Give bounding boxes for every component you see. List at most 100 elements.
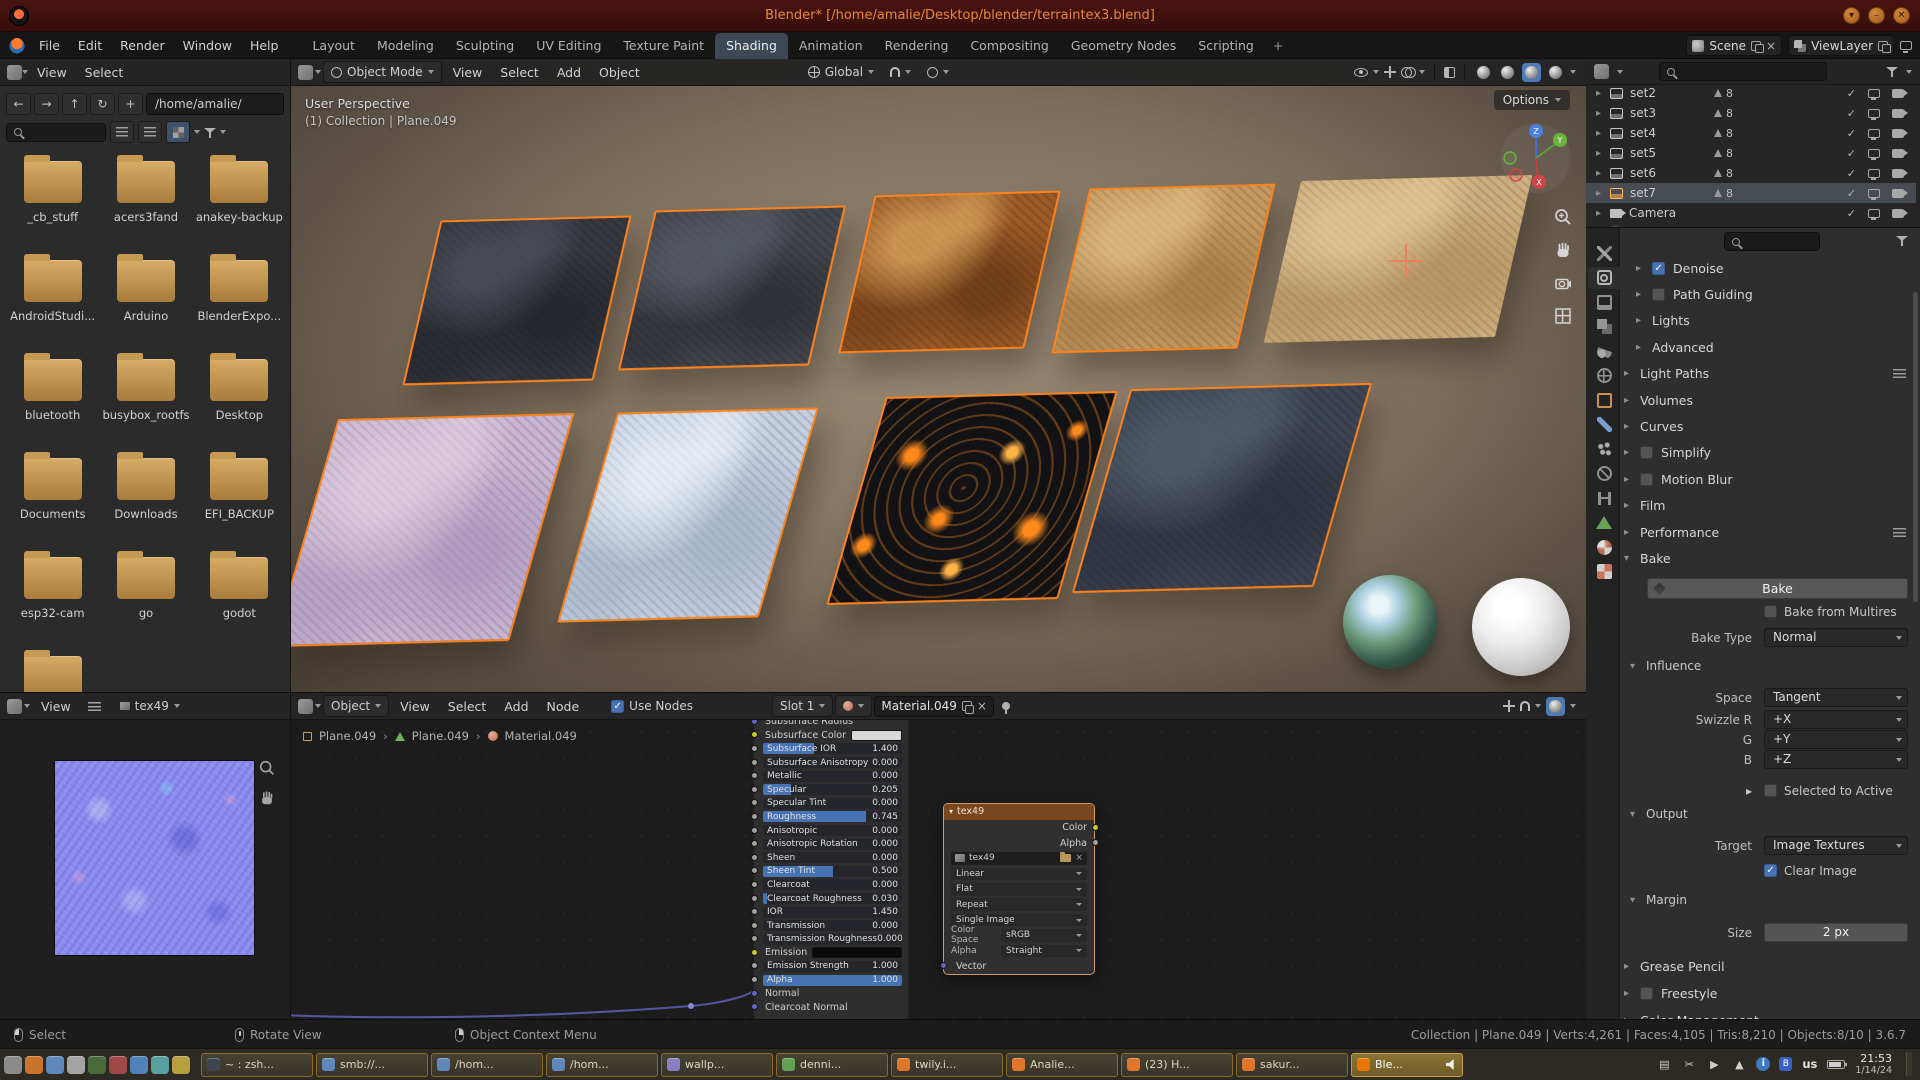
orthographic-grid-icon[interactable] bbox=[1553, 306, 1573, 326]
properties-section-advanced[interactable]: ▸Advanced bbox=[1624, 336, 1910, 358]
proportional-editing-toggle[interactable] bbox=[920, 61, 956, 83]
material-name-field[interactable]: Material.049 × bbox=[874, 696, 994, 717]
unlink-image-icon[interactable]: × bbox=[1075, 853, 1083, 863]
bsdf-socket-clearcoat-roughness[interactable]: Clearcoat Roughness0.030 bbox=[754, 892, 908, 906]
visibility-checkbox[interactable]: ✓ bbox=[1847, 207, 1856, 220]
disable-in-viewports-icon[interactable] bbox=[1868, 149, 1880, 158]
editor-type-icon[interactable] bbox=[7, 699, 22, 714]
properties-section-simplify[interactable]: ▸Simplify bbox=[1624, 442, 1910, 464]
outliner-row-set3[interactable]: ▸set38✓ bbox=[1586, 103, 1916, 123]
panel-menu-icon[interactable] bbox=[1893, 369, 1906, 378]
taskbar-launcher-6[interactable] bbox=[109, 1056, 127, 1074]
folder-blenderexpo[interactable]: BlenderExpo... bbox=[193, 254, 286, 351]
terrain-plane-lava-cracks[interactable] bbox=[826, 391, 1117, 605]
properties-section-motion-blur[interactable]: ▸Motion Blur bbox=[1624, 468, 1910, 490]
terrain-plane-dark-rock-2[interactable] bbox=[618, 206, 846, 371]
folder-go[interactable]: go bbox=[99, 551, 192, 648]
outliner-search-input[interactable] bbox=[1659, 62, 1827, 81]
folder-anakey-backup[interactable]: anakey-backup bbox=[193, 155, 286, 252]
menu-add[interactable]: Add bbox=[495, 693, 537, 720]
properties-tab-object-data[interactable] bbox=[1588, 512, 1620, 534]
filter-icon[interactable] bbox=[204, 127, 216, 138]
image-menu-icon[interactable] bbox=[88, 702, 101, 711]
properties-tab-particles[interactable] bbox=[1588, 438, 1620, 460]
snapping-toggle[interactable] bbox=[883, 61, 918, 83]
bsdf-socket-alpha[interactable]: Alpha1.000 bbox=[754, 973, 908, 987]
taskbar-launcher-4[interactable] bbox=[67, 1056, 85, 1074]
visibility-checkbox[interactable]: ✓ bbox=[1847, 147, 1856, 160]
battery-icon[interactable] bbox=[1827, 1060, 1845, 1069]
properties-section-curves[interactable]: ▸Curves bbox=[1624, 415, 1910, 437]
disable-in-renders-icon[interactable] bbox=[1892, 89, 1904, 98]
file-search-input[interactable] bbox=[6, 123, 106, 142]
properties-section-performance[interactable]: ▸Performance bbox=[1624, 521, 1910, 543]
xray-toggle-icon[interactable] bbox=[1444, 67, 1455, 78]
workspace-tab-modeling[interactable]: Modeling bbox=[366, 33, 445, 59]
properties-section-freestyle[interactable]: ▸Freestyle bbox=[1624, 982, 1910, 1004]
show-desktop-button[interactable] bbox=[1906, 1052, 1912, 1076]
clock[interactable]: 21:53 1/14/24 bbox=[1855, 1052, 1892, 1077]
taskbar-window-sakur[interactable]: sakur... bbox=[1236, 1053, 1348, 1077]
properties-section-bake[interactable]: ▾ Bake bbox=[1624, 547, 1910, 569]
bake-from-multires-checkbox[interactable] bbox=[1764, 605, 1777, 618]
outliner-row-set7[interactable]: ▸set78✓ bbox=[1586, 183, 1916, 203]
menu-render[interactable]: Render bbox=[111, 32, 174, 59]
bsdf-socket-transmission-roughness[interactable]: Transmission Roughness0.000 bbox=[754, 933, 908, 947]
outliner-row-camera[interactable]: ▸Camera✓ bbox=[1586, 203, 1916, 223]
disable-in-viewports-icon[interactable] bbox=[1868, 189, 1880, 198]
terrain-plane-lava-rock[interactable] bbox=[838, 191, 1061, 354]
bsdf-socket-sheen-tint[interactable]: Sheen Tint0.500 bbox=[754, 865, 908, 879]
disable-in-viewports-icon[interactable] bbox=[1868, 129, 1880, 138]
visibility-checkbox[interactable]: ✓ bbox=[1847, 107, 1856, 120]
play-icon[interactable]: ▶ bbox=[1706, 1058, 1722, 1071]
refresh-button[interactable]: ↻ bbox=[90, 93, 115, 115]
material-browse-dropdown[interactable] bbox=[835, 695, 872, 717]
bake-type-dropdown[interactable]: Normal bbox=[1764, 628, 1908, 647]
properties-tab-object[interactable] bbox=[1588, 389, 1620, 411]
taskbar-window-hom[interactable]: /hom... bbox=[431, 1053, 543, 1077]
folder-godot[interactable]: godot bbox=[193, 551, 286, 648]
shader-type-dropdown[interactable]: Object bbox=[323, 695, 389, 717]
options-button[interactable]: Options bbox=[1494, 90, 1570, 110]
camera-view-icon[interactable] bbox=[1553, 273, 1573, 293]
bsdf-socket-emission-strength[interactable]: Emission Strength1.000 bbox=[754, 960, 908, 974]
projection-dropdown[interactable]: Flat bbox=[951, 883, 1087, 896]
properties-section-path-guiding[interactable]: ▸Path Guiding bbox=[1624, 283, 1910, 305]
visibility-checkbox[interactable]: ✓ bbox=[1847, 227, 1856, 228]
back-button[interactable]: ← bbox=[6, 93, 31, 115]
principled-bsdf-node[interactable]: Subsurface RadiusSubsurface ColorSubsurf… bbox=[753, 709, 909, 1019]
menu-edit[interactable]: Edit bbox=[69, 32, 111, 59]
workspace-tab-layout[interactable]: Layout bbox=[301, 33, 366, 59]
folder-documents[interactable]: Documents bbox=[6, 452, 99, 549]
taskbar-launcher-3[interactable] bbox=[46, 1056, 64, 1074]
terrain-plane-dark-rock-1[interactable] bbox=[402, 216, 631, 386]
alpha-output-socket[interactable] bbox=[1092, 839, 1099, 846]
copy-material-icon[interactable] bbox=[962, 701, 972, 711]
folder-arduino[interactable]: Arduino bbox=[99, 254, 192, 351]
bluetooth-icon[interactable]: B bbox=[1779, 1057, 1792, 1071]
bsdf-socket-sheen[interactable]: Sheen0.000 bbox=[754, 851, 908, 865]
clear-image-checkbox[interactable]: ✓ bbox=[1764, 864, 1777, 877]
outliner-row-set6[interactable]: ▸set68✓ bbox=[1586, 163, 1916, 183]
zoom-icon[interactable] bbox=[1553, 207, 1573, 227]
window-menu-button[interactable]: ▾ bbox=[1843, 7, 1860, 24]
properties-tab-render[interactable] bbox=[1588, 267, 1620, 289]
properties-tab-tool[interactable] bbox=[1588, 242, 1620, 264]
properties-section-light-paths[interactable]: ▸Light Paths bbox=[1624, 363, 1910, 385]
workspace-tab-scripting[interactable]: Scripting bbox=[1187, 33, 1265, 59]
menu-view[interactable]: View bbox=[391, 693, 439, 720]
forward-button[interactable]: → bbox=[34, 93, 59, 115]
taskbar-window-ble[interactable]: Ble... bbox=[1351, 1053, 1463, 1077]
editor-type-icon[interactable] bbox=[298, 699, 313, 714]
taskbar-window-hom[interactable]: /hom... bbox=[546, 1053, 658, 1077]
swizzle-r-dropdown[interactable]: +X bbox=[1764, 710, 1908, 729]
source-dropdown[interactable]: Single Image bbox=[951, 914, 1087, 927]
panel-menu-icon[interactable] bbox=[1893, 528, 1906, 537]
slot-dropdown[interactable]: Slot 1 bbox=[772, 695, 833, 717]
swizzle-b-dropdown[interactable]: +Z bbox=[1764, 750, 1908, 769]
visibility-dropdown-icon[interactable] bbox=[1354, 68, 1368, 77]
workspace-tab-compositing[interactable]: Compositing bbox=[959, 33, 1059, 59]
bsdf-socket-normal[interactable]: Normal bbox=[754, 987, 908, 1001]
shading-material-preview-button[interactable] bbox=[1522, 63, 1541, 82]
properties-tab-physics[interactable] bbox=[1588, 463, 1620, 485]
